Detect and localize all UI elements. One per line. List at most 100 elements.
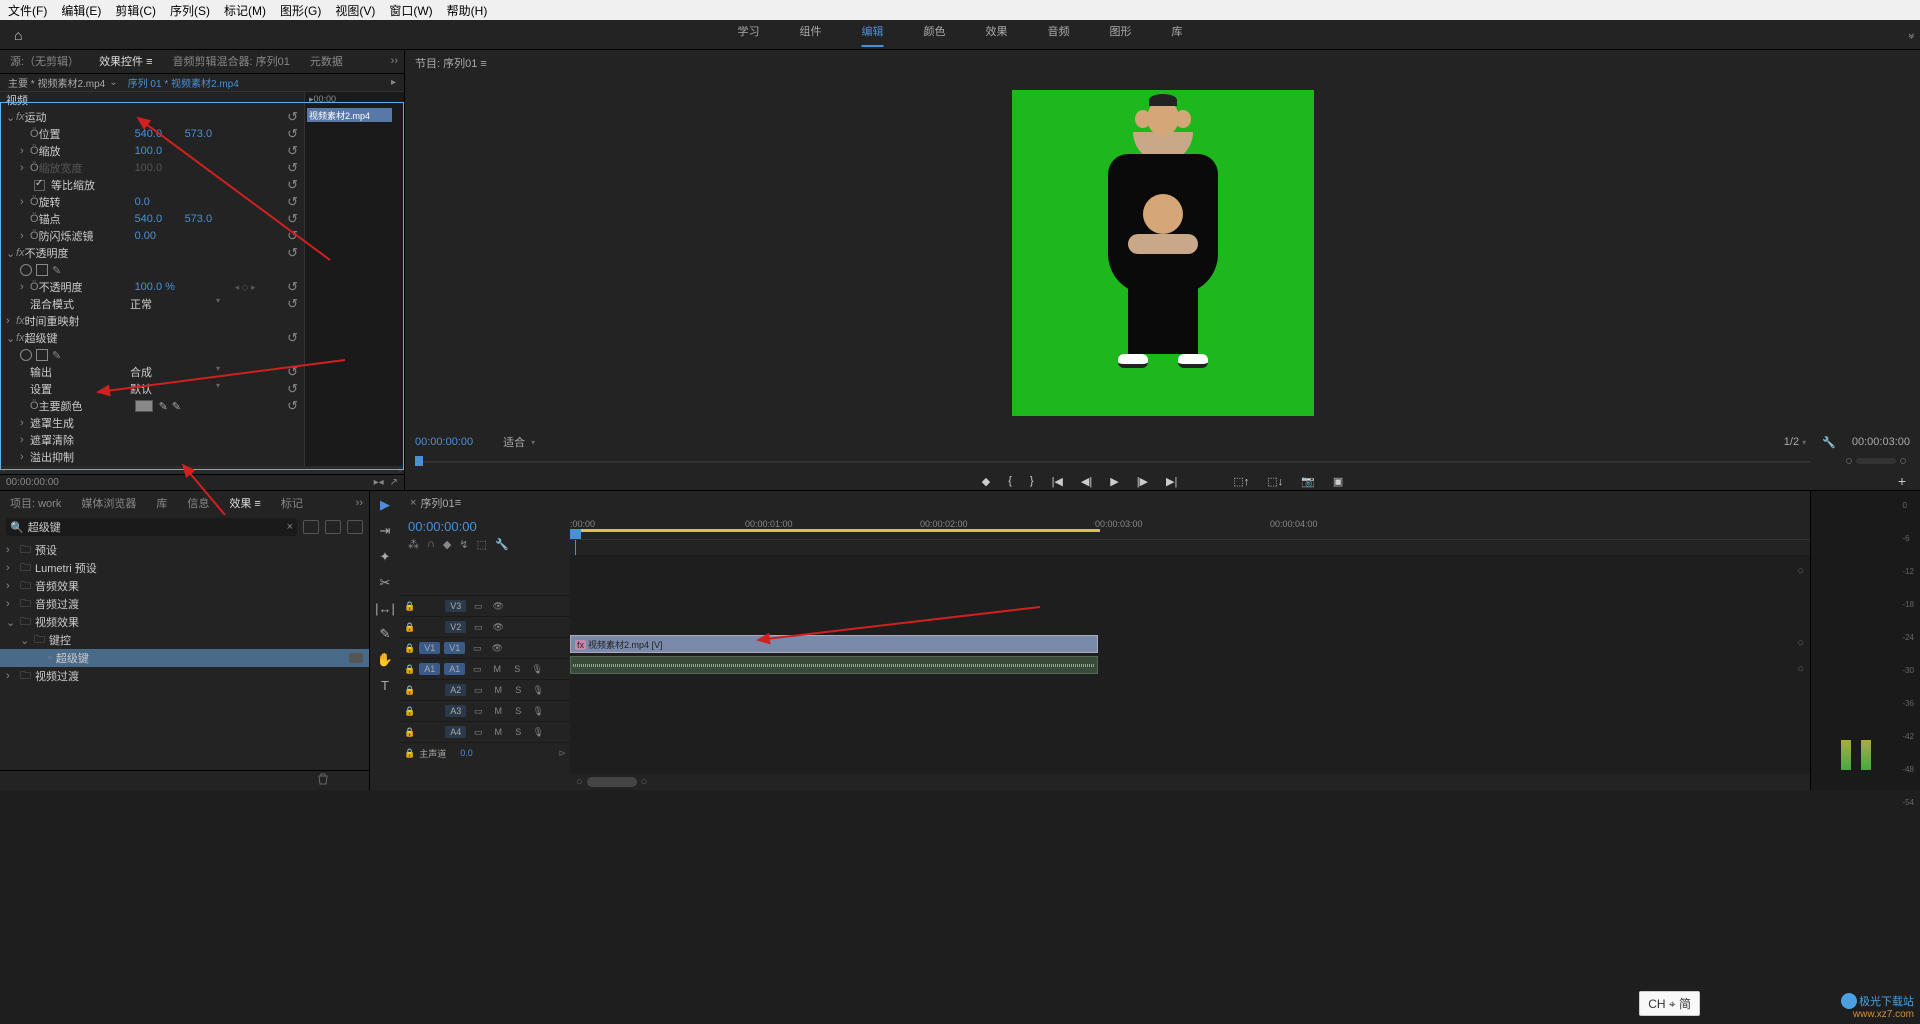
track-target[interactable]: V3 [445,600,466,612]
home-icon[interactable]: ⌂ [14,27,22,43]
tree-item[interactable]: ›🗀视频过渡 [0,667,369,685]
color-swatch[interactable] [135,400,153,412]
reset-icon[interactable]: ↺ [287,398,298,414]
reset-icon[interactable]: ↺ [287,381,298,397]
mini-timeline-clip[interactable]: 视频素材2.mp4 [307,108,392,122]
track-header[interactable]: 🔒A3▭MS🎙 [400,700,570,721]
mark-in-icon[interactable]: { [1008,475,1012,487]
comparison-icon[interactable]: ▣ [1333,475,1343,488]
ellipse-mask-icon[interactable] [20,264,32,276]
reset-icon[interactable]: ↺ [287,364,298,380]
track-toggle[interactable]: S [510,727,526,737]
effect-mini-timeline[interactable]: ▸00:00 视频素材2.mp4 [304,92,404,466]
tab-libraries[interactable]: 库 [146,495,177,511]
track-toggle[interactable]: 👁 [490,601,506,612]
menu-bar[interactable]: 文件(F) 编辑(E) 剪辑(C) 序列(S) 标记(M) 图形(G) 视图(V… [0,0,1920,20]
effect-row[interactable]: ›Ö旋转0.0↺ [0,194,304,211]
effect-row[interactable]: ✎ [0,262,304,279]
filter-32bit-icon[interactable] [325,520,341,534]
menu-edit[interactable]: 编辑(E) [61,2,101,19]
source-patch[interactable]: V1 [419,642,440,654]
clear-search-icon[interactable]: × [287,521,293,533]
track-height-handle[interactable]: ○ [1797,663,1804,675]
tree-item[interactable]: ›🗀Lumetri 预设 [0,559,369,577]
lock-icon[interactable]: 🔒 [404,685,415,696]
workspace-tab-learn[interactable]: 学习 [738,23,760,47]
tree-item[interactable]: ›🗀音频效果 [0,577,369,595]
track-toggle[interactable]: ▭ [469,643,485,654]
panel-menu-icon[interactable]: ›› [391,55,398,67]
track-header[interactable]: 🔒A1A1▭MS🎙 [400,658,570,679]
track-target[interactable]: A4 [445,726,466,738]
snap-icon[interactable]: ⁂ [408,538,419,551]
reset-icon[interactable]: ↺ [287,194,298,210]
track-target[interactable]: V2 [445,621,466,633]
track-height-handle[interactable]: ○ [1797,637,1804,649]
lock-icon[interactable]: 🔒 [404,601,415,612]
effect-row[interactable]: Ö锚点540.0573.0↺ [0,211,304,228]
tab-source[interactable]: 源:（无剪辑） [0,53,89,69]
export-snapshot-icon[interactable]: 📷 [1301,475,1315,488]
workspace-tab-audio[interactable]: 音频 [1048,23,1070,47]
filter-accelerated-icon[interactable] [303,520,319,534]
program-view[interactable] [405,76,1920,430]
effect-row[interactable]: Ö主要颜色✎✎↺ [0,398,304,415]
track-header[interactable]: 🔒A4▭MS🎙 [400,721,570,742]
filter-yuv-icon[interactable] [347,520,363,534]
workspace-tab-graphics[interactable]: 图形 [1110,23,1132,47]
timeline-tab[interactable]: 序列01 [420,495,454,511]
track-toggle[interactable]: 🎙 [530,727,546,738]
ripple-edit-tool-icon[interactable]: ✦ [380,549,391,565]
checkbox[interactable] [34,180,45,191]
track-toggle[interactable]: ▭ [470,622,486,633]
lock-icon[interactable]: 🔒 [404,643,415,654]
track-toggle[interactable]: M [490,727,506,737]
program-zoom-fit[interactable]: 适合▾ [503,434,535,450]
effect-row[interactable]: ›Ö不透明度100.0 %◂ ◇ ▸↺ [0,279,304,296]
breadcrumb-play-icon[interactable]: ▸ [391,77,396,88]
linked-selection-icon[interactable]: ∩ [427,538,435,551]
menu-view[interactable]: 视图(V) [335,2,375,19]
tab-media-browser[interactable]: 媒体浏览器 [71,495,146,511]
reset-icon[interactable]: ↺ [287,160,298,176]
eyedropper-icon[interactable]: ✎ [172,400,181,413]
track-toggle[interactable]: ▭ [470,685,486,696]
track-toggle[interactable]: M [489,664,505,674]
effect-row[interactable]: ⌄fx不透明度↺ [0,245,304,262]
go-to-in-icon[interactable]: |◀ [1052,475,1063,488]
timeline-ruler[interactable]: :00:00 00:00:01:00 00:00:02:00 00:00:03:… [570,515,1810,555]
effects-tree[interactable]: ›🗀预设›🗀Lumetri 预设›🗀音频效果›🗀音频过渡⌄🗀视频效果⌄🗀键控▫超… [0,539,369,770]
workspace-tab-editing[interactable]: 编辑 [862,23,884,47]
reset-icon[interactable]: ↺ [287,211,298,227]
tree-item[interactable]: ›🗀音频过渡 [0,595,369,613]
workspace-tab-effects[interactable]: 效果 [986,23,1008,47]
track-header[interactable]: 🔒V2▭👁 [400,616,570,637]
tab-effects[interactable]: 效果 ≡ [219,495,270,511]
workspace-tab-assembly[interactable]: 组件 [800,23,822,47]
tab-markers[interactable]: 标记 [271,495,313,511]
menu-graphics[interactable]: 图形(G) [280,2,321,19]
effect-row[interactable]: ›溢出抑制 [0,449,304,466]
play-icon[interactable]: ▶ [1110,475,1118,488]
track-header[interactable]: 🔒主声道0.0⊳ [400,742,570,763]
effect-properties-list[interactable]: 视频⌄fx运动↺Ö位置540.0573.0↺›Ö缩放100.0↺›Ö缩放宽度10… [0,92,304,466]
track-toggle[interactable]: ▭ [469,664,485,675]
menu-clip[interactable]: 剪辑(C) [115,2,156,19]
track-header[interactable]: 🔒V3▭👁 [400,595,570,616]
effect-row[interactable]: ⌄fx超级键↺ [0,330,304,347]
pen-tool-icon[interactable]: ✎ [380,626,391,642]
track-header[interactable]: 🔒A2▭MS🎙 [400,679,570,700]
track-toggle[interactable]: M [490,685,506,695]
timeline-zoom-scrollbar[interactable]: ○○ [400,774,1810,790]
menu-window[interactable]: 窗口(W) [389,2,432,19]
mark-out-icon[interactable]: } [1030,475,1034,487]
tree-item[interactable]: ›🗀预设 [0,541,369,559]
program-scrubber[interactable] [415,456,1910,468]
eyedropper-icon[interactable]: ✎ [159,400,168,413]
track-toggle[interactable]: 🎙 [530,706,546,717]
track-select-tool-icon[interactable]: ⇥ [380,523,391,539]
effect-row[interactable]: ›Ö防闪烁滤镜0.00↺ [0,228,304,245]
ime-indicator[interactable]: CH ⌖ 简 [1639,991,1700,1016]
go-to-out-icon[interactable]: ▶| [1166,475,1177,488]
track-target[interactable]: A3 [445,705,466,717]
